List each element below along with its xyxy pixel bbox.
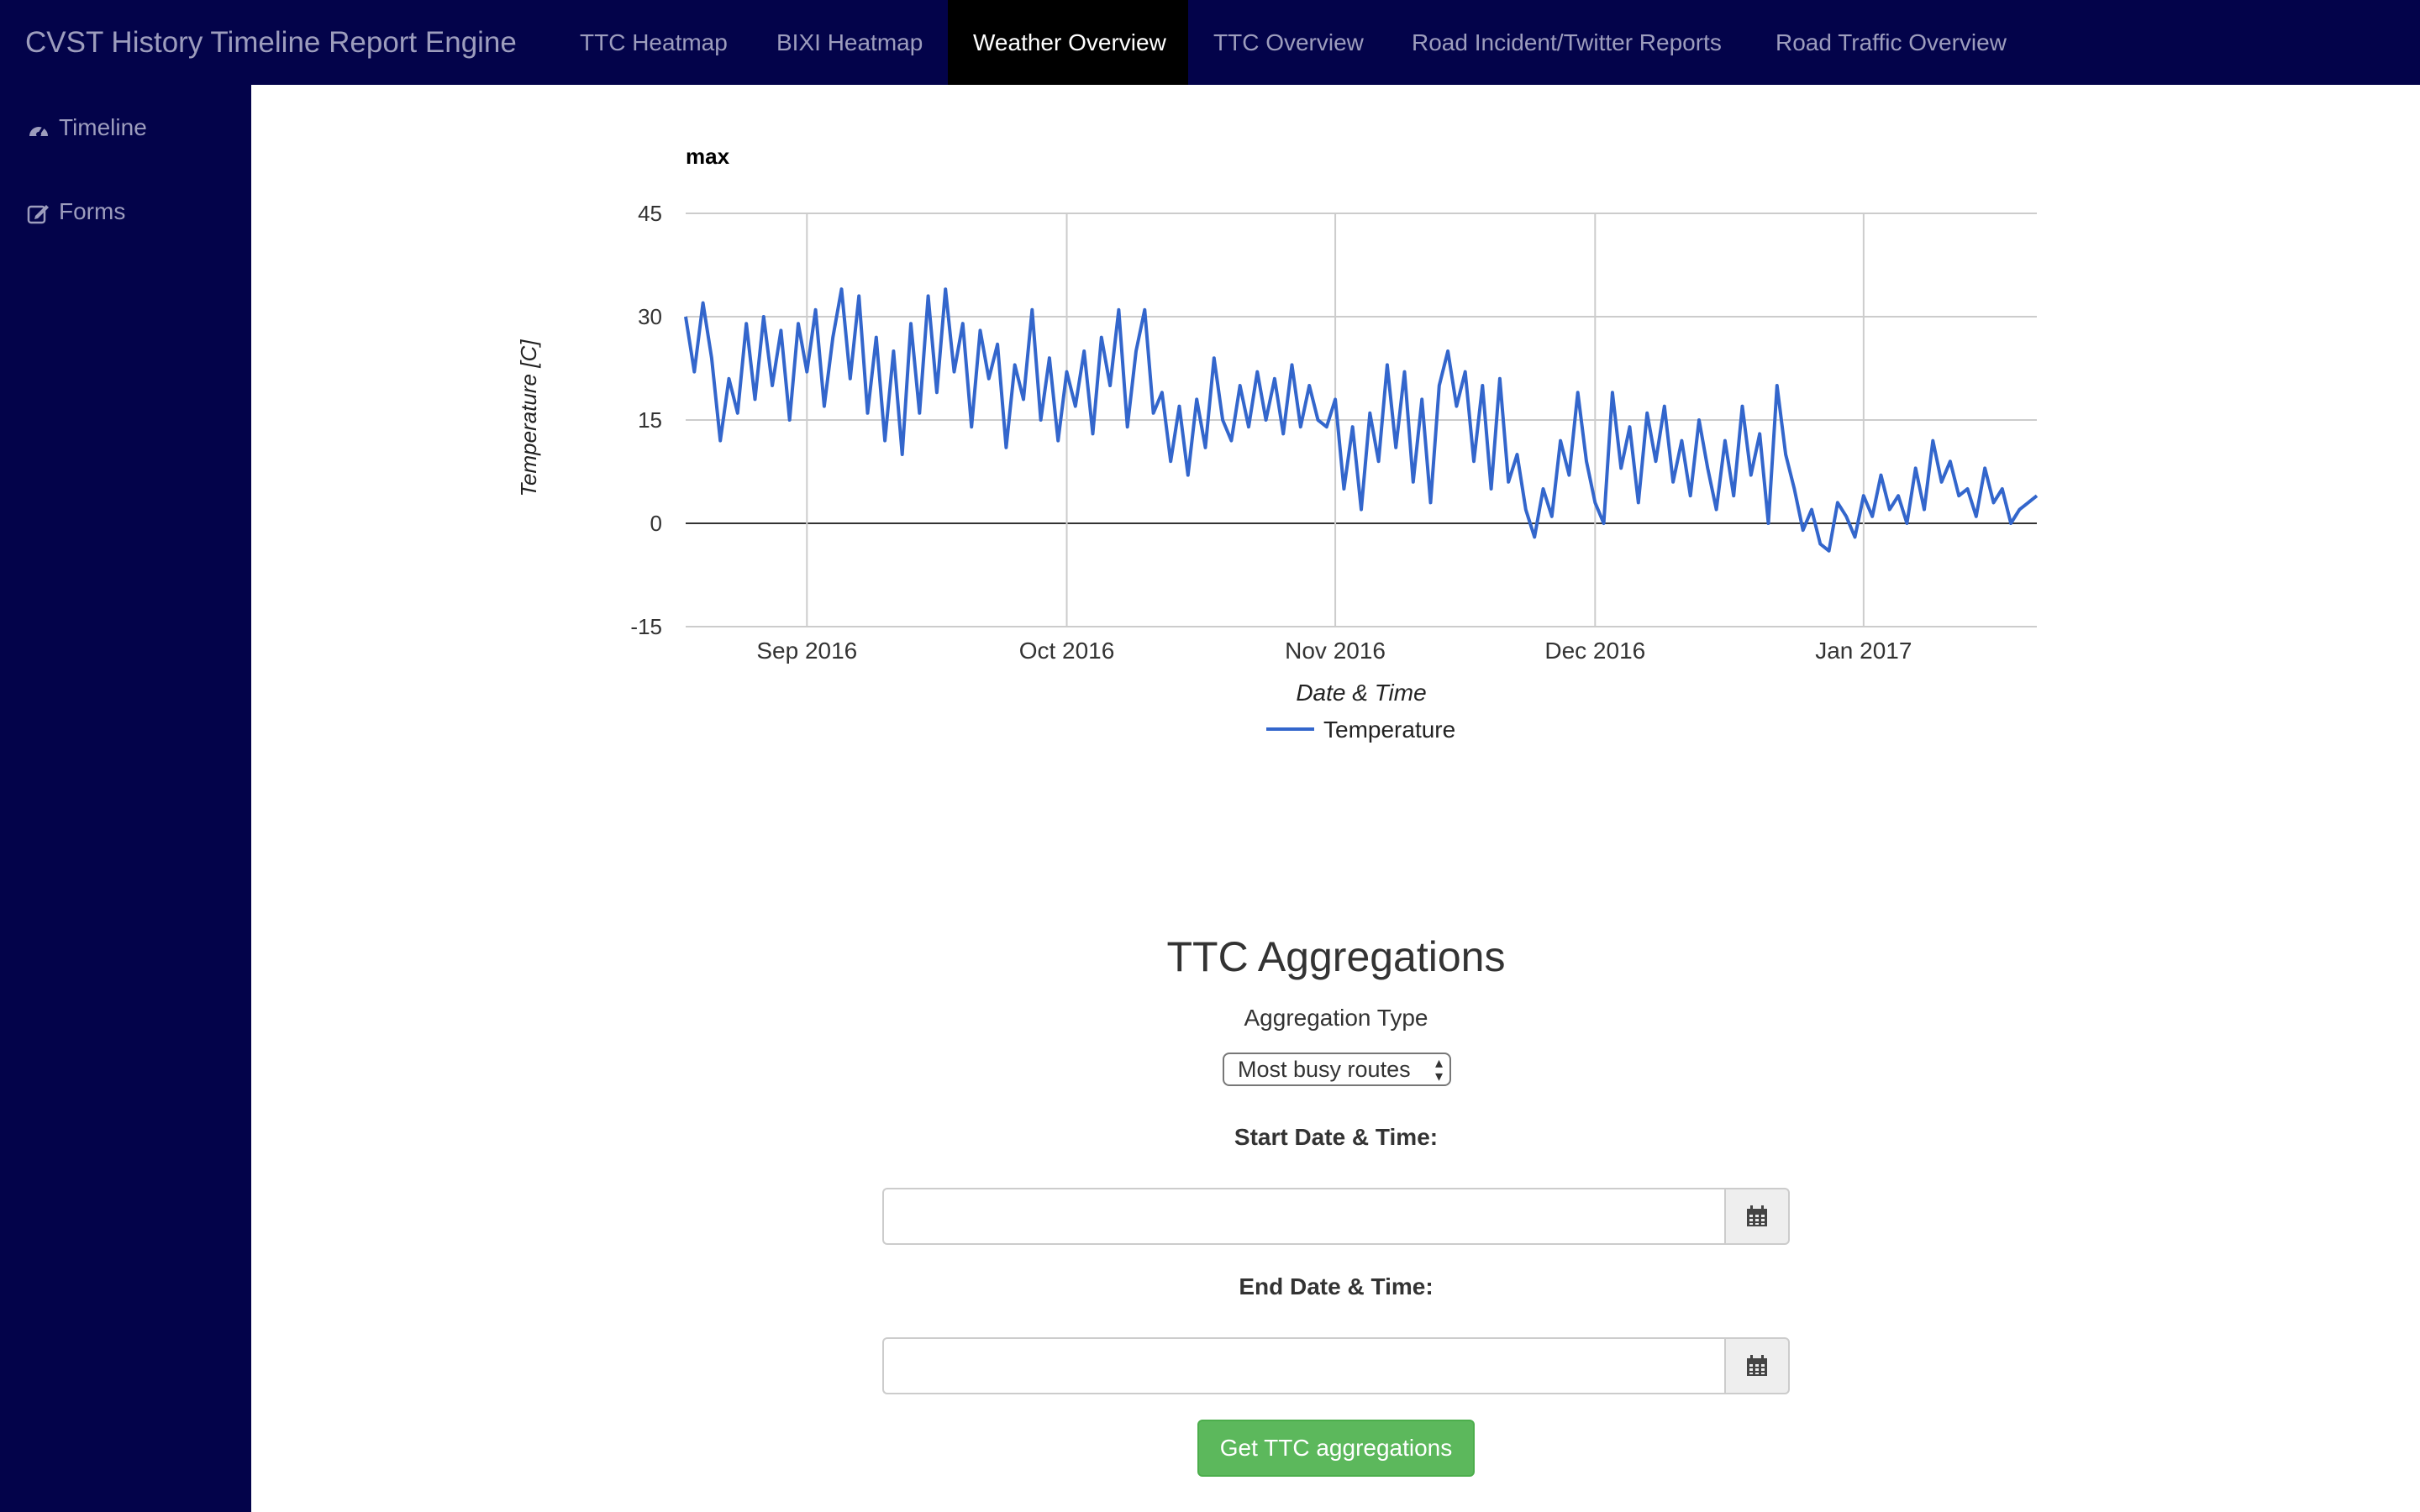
nav-road-incident-twitter[interactable]: Road Incident/Twitter Reports <box>1386 0 1747 85</box>
nav-ttc-overview[interactable]: TTC Overview <box>1188 0 1389 85</box>
calendar-icon <box>1747 1205 1767 1226</box>
aggregation-type-label: Aggregation Type <box>1244 1005 1428 1031</box>
nav-bixi-heatmap[interactable]: BIXI Heatmap <box>751 0 948 85</box>
calendar-icon <box>1747 1355 1767 1376</box>
x-tick-label: Nov 2016 <box>1285 638 1386 664</box>
edit-icon <box>27 204 49 223</box>
x-tick-label: Jan 2017 <box>1815 638 1912 664</box>
y-tick-label: -15 <box>630 614 662 639</box>
end-calendar-button[interactable] <box>1724 1337 1790 1394</box>
top-navbar: CVST History Timeline Report Engine TTC … <box>0 0 2420 85</box>
y-tick-label: 30 <box>638 304 662 329</box>
start-calendar-button[interactable] <box>1724 1188 1790 1245</box>
x-tick-label: Oct 2016 <box>1019 638 1115 664</box>
end-datetime-label: End Date & Time: <box>1239 1273 1434 1299</box>
x-tick-label: Dec 2016 <box>1544 638 1645 664</box>
x-axis-label: Date & Time <box>1296 680 1426 706</box>
chart-legend: Temperature <box>1266 717 1455 743</box>
nav-road-traffic-overview[interactable]: Road Traffic Overview <box>1750 0 2032 85</box>
select-arrows-icon: ▴ ▾ <box>1434 1054 1443 1084</box>
start-datetime-label: Start Date & Time: <box>1234 1124 1439 1150</box>
y-axis-label: Temperature [C] <box>516 339 541 497</box>
y-tick-label: 15 <box>638 407 662 433</box>
y-tick-label: 0 <box>650 511 662 536</box>
start-datetime-input[interactable] <box>882 1188 1724 1245</box>
sidebar-item-timeline[interactable]: Timeline <box>27 111 147 144</box>
nav-ttc-heatmap[interactable]: TTC Heatmap <box>555 0 753 85</box>
chart-title: max <box>686 144 730 169</box>
dashboard-icon <box>29 125 48 137</box>
end-datetime-input[interactable] <box>882 1337 1724 1394</box>
sidebar-item-label: Timeline <box>59 114 147 140</box>
sidebar: Timeline Forms <box>0 85 251 1512</box>
aggregation-type-select[interactable]: Most busy routes ▴ ▾ <box>1223 1053 1451 1086</box>
ttc-aggregations-title: TTC Aggregations <box>1166 933 1506 980</box>
y-tick-label: 45 <box>638 201 662 226</box>
start-datetime-group <box>882 1188 1790 1245</box>
end-datetime-group <box>882 1337 1790 1394</box>
nav-weather-overview[interactable]: Weather Overview <box>948 0 1188 85</box>
get-ttc-aggregations-button[interactable]: Get TTC aggregations <box>1197 1420 1475 1477</box>
sidebar-item-forms[interactable]: Forms <box>27 195 125 228</box>
sidebar-item-label: Forms <box>59 198 126 224</box>
x-tick-label: Sep 2016 <box>756 638 857 664</box>
brand-title[interactable]: CVST History Timeline Report Engine <box>25 0 517 85</box>
aggregation-type-value: Most busy routes <box>1238 1057 1411 1082</box>
temperature-chart: max 45 30 15 0 -15 Sep 2016 Oct 2016 Nov 2016 D… <box>516 144 2039 743</box>
legend-label-temperature: Temperature <box>1323 717 1455 743</box>
